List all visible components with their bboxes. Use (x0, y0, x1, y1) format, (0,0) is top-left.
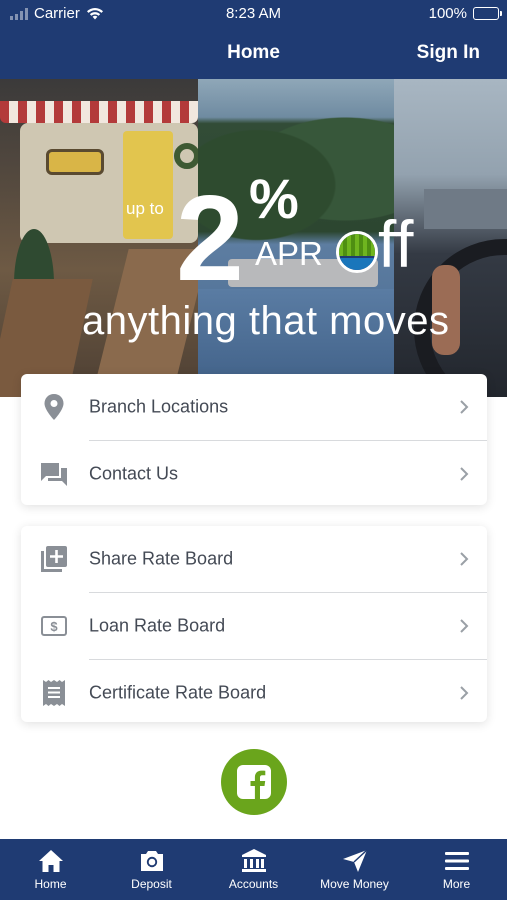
battery-indicator: 100% (428, 5, 502, 22)
camera-icon (140, 851, 163, 871)
menu-item-label: Loan Rate Board (89, 615, 226, 636)
tab-label: Home (34, 877, 67, 891)
menu-item-label: Contact Us (89, 463, 179, 484)
menu-item-loan-rate-board[interactable]: $ Loan Rate Board (21, 593, 487, 659)
chevron-right-icon (460, 467, 469, 481)
menu-card-rates: Share Rate Board $ Loan Rate Board Certi… (21, 526, 487, 722)
tab-label: Accounts (228, 877, 279, 891)
battery-icon (473, 7, 502, 20)
facebook-button[interactable] (221, 749, 287, 815)
svg-text:$: $ (50, 619, 58, 634)
tab-move-money[interactable]: Move Money (304, 839, 405, 900)
menu-card-info: Branch Locations Contact Us (21, 374, 487, 505)
sign-in-button[interactable]: Sign In (417, 42, 480, 64)
promo-tagline: anything that moves (82, 299, 450, 343)
chat-bubbles-icon (40, 460, 68, 488)
credit-union-logo-icon (336, 231, 378, 273)
chevron-right-icon (460, 400, 469, 414)
tab-more[interactable]: More (406, 839, 507, 900)
tab-home[interactable]: Home (0, 839, 101, 900)
promo-off-suffix: ff (378, 207, 414, 281)
receipt-icon (40, 679, 68, 707)
bank-icon (241, 849, 266, 872)
promo-up-to: up to (126, 199, 164, 218)
battery-percent: 100% (428, 5, 467, 22)
tab-accounts[interactable]: Accounts (203, 839, 304, 900)
home-icon (38, 850, 63, 872)
chevron-right-icon (460, 552, 469, 566)
tab-bar: Home Deposit Accounts Move Money More (0, 839, 507, 900)
promo-text: up to 2 % APR ff anything that moves (0, 79, 507, 397)
menu-item-branch-locations[interactable]: Branch Locations (21, 374, 487, 440)
menu-item-share-rate-board[interactable]: Share Rate Board (21, 526, 487, 592)
menu-item-label: Share Rate Board (89, 548, 234, 569)
tab-label: Move Money (320, 877, 389, 891)
menu-item-certificate-rate-board[interactable]: Certificate Rate Board (21, 660, 487, 726)
status-bar: Carrier 8:23 AM 100% (0, 0, 507, 28)
app-header: Carrier 8:23 AM 100% Home Sign In (0, 0, 507, 79)
chevron-right-icon (460, 619, 469, 633)
promo-rate-number: 2 (176, 170, 244, 306)
menu-item-label: Branch Locations (89, 396, 229, 417)
menu-item-contact-us[interactable]: Contact Us (21, 441, 487, 507)
chevron-right-icon (460, 686, 469, 700)
menu-icon (444, 852, 469, 870)
add-to-list-icon (40, 545, 68, 573)
menu-item-label: Certificate Rate Board (89, 682, 267, 703)
promo-percent-sign: % (249, 167, 299, 230)
promo-apr: APR (255, 235, 323, 272)
dollar-card-icon: $ (40, 612, 68, 640)
location-pin-icon (40, 393, 68, 421)
tab-label: Deposit (131, 877, 172, 891)
paper-plane-icon (342, 849, 368, 872)
tab-label: More (442, 877, 471, 891)
promo-banner[interactable]: up to 2 % APR ff anything that moves (0, 79, 507, 397)
facebook-icon (237, 765, 271, 799)
tab-deposit[interactable]: Deposit (101, 839, 202, 900)
